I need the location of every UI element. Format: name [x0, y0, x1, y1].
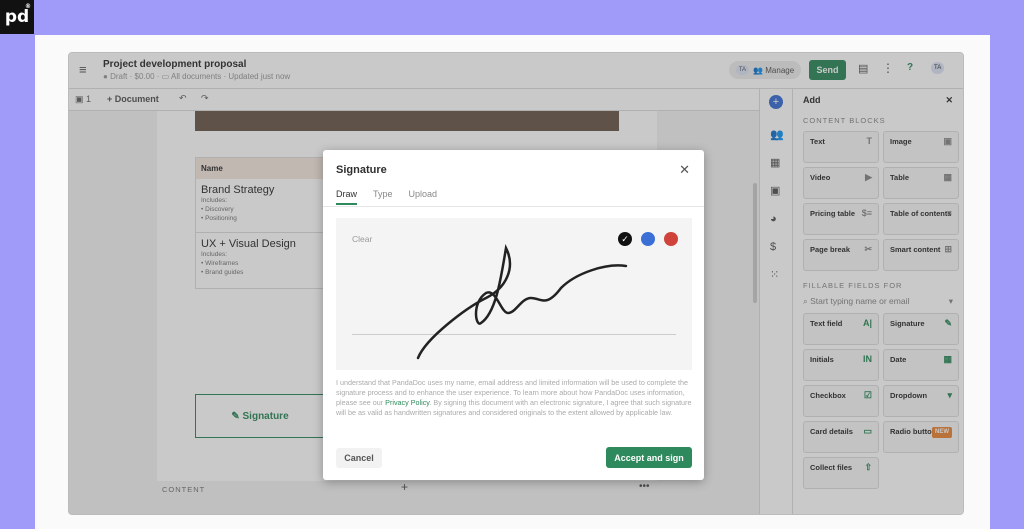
cancel-button[interactable]: Cancel — [336, 448, 382, 468]
signature-modal: Signature ✕ Draw Type Upload Clear ✓ I u… — [323, 150, 704, 480]
signature-tabs: Draw Type Upload — [336, 189, 437, 205]
signature-canvas[interactable]: Clear ✓ — [336, 218, 692, 370]
tab-upload[interactable]: Upload — [409, 189, 438, 205]
tab-draw[interactable]: Draw — [336, 189, 358, 205]
privacy-policy-link[interactable]: Privacy Policy — [385, 398, 429, 407]
accept-and-sign-button[interactable]: Accept and sign — [606, 447, 692, 468]
legal-text: I understand that PandaDoc uses my name,… — [336, 378, 692, 417]
divider — [323, 206, 704, 207]
tab-type[interactable]: Type — [373, 189, 393, 205]
drawn-signature — [416, 243, 628, 360]
pandadoc-logo: pd ® — [0, 0, 34, 34]
modal-title: Signature — [336, 164, 387, 176]
close-icon[interactable]: ✕ — [679, 162, 690, 178]
